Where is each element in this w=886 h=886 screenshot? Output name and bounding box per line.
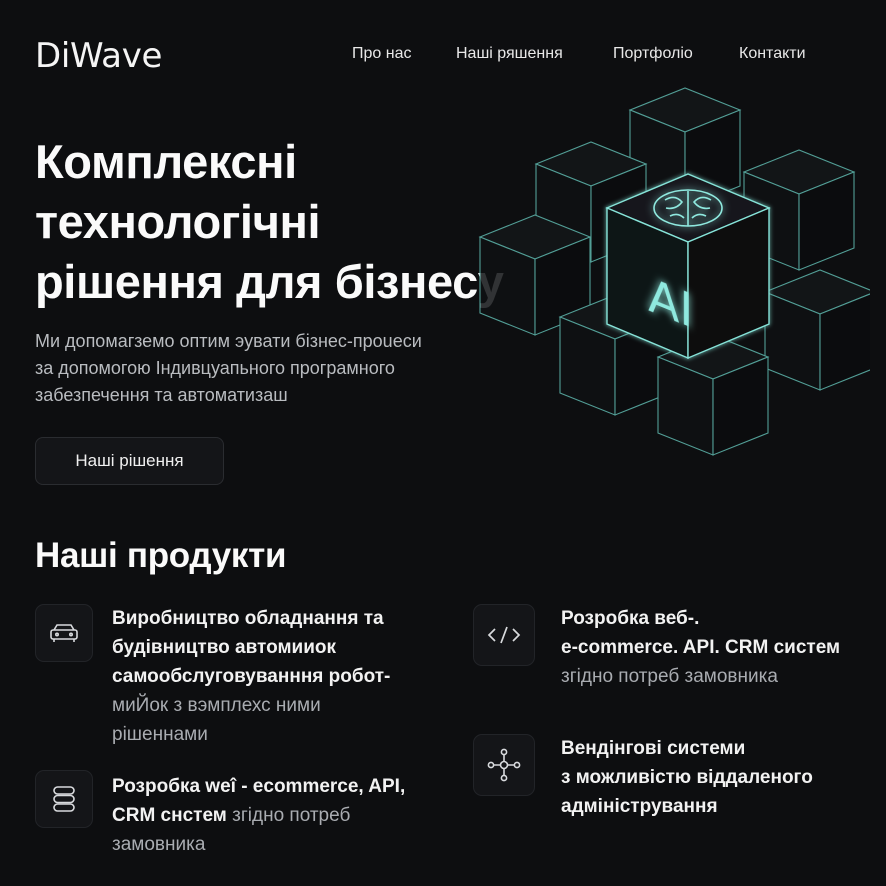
product-desc-line: замовника bbox=[112, 834, 206, 855]
product-card[interactable]: Виробництво обладнання та будівництво ав… bbox=[35, 604, 455, 754]
solutions-button[interactable]: Наші рішення bbox=[35, 437, 224, 485]
cube-shape bbox=[764, 269, 870, 391]
product-title-line: адміністрування bbox=[561, 796, 718, 817]
hero-subtitle-line: за допомогою Індивцуапьного програмного bbox=[35, 358, 395, 378]
product-title-line: CRM снстем bbox=[112, 805, 227, 826]
product-card[interactable]: Розробка веб-. e-commerce. API. CRM сист… bbox=[473, 604, 873, 694]
product-desc-line: згідно потреб bbox=[226, 805, 351, 826]
nav-item-contacts[interactable]: Контакти bbox=[739, 45, 806, 63]
ai-cubes-illustration: AI bbox=[479, 87, 870, 456]
product-card[interactable]: Вендінгові системи з можливістю віддален… bbox=[473, 734, 873, 829]
product-desc-line: згідно потреб замовника bbox=[561, 666, 778, 687]
products-title: Наші продукти bbox=[35, 536, 287, 575]
product-title-line: Вендінгові системи bbox=[561, 738, 746, 759]
code-icon bbox=[473, 604, 535, 666]
product-desc-line: миЙок з вэмплехс ними bbox=[112, 695, 321, 716]
hero-subtitle-line: Ми допомагземо оптим эувати бізнес-проuе… bbox=[35, 331, 422, 351]
product-title-line: самообслуговуванння робот- bbox=[112, 666, 391, 687]
product-title-line: з можливістю віддаленого bbox=[561, 767, 813, 788]
network-icon bbox=[473, 734, 535, 796]
nav-item-solutions[interactable]: Наші ряшення bbox=[456, 45, 563, 63]
hero-subtitle: Ми допомагземо оптим эувати бізнес-проuе… bbox=[35, 328, 505, 409]
product-title-line: Розробка веб-. bbox=[561, 608, 700, 629]
nav-item-portfolio[interactable]: Портфоліо bbox=[613, 45, 693, 63]
product-title-line: будівництво автомииок bbox=[112, 637, 336, 658]
database-icon bbox=[35, 770, 93, 828]
hero-subtitle-line: забезпечення та автоматизаш bbox=[35, 385, 288, 405]
product-title-line: e-commerce. API. CRM систем bbox=[561, 637, 841, 658]
product-card[interactable]: Розробка weî - ecommerce, API, CRM снсте… bbox=[35, 770, 455, 860]
product-title-line: Виробництво обладнання та bbox=[112, 608, 384, 629]
product-title-line: Розробка weî - ecommerce, API, bbox=[112, 776, 406, 797]
product-desc-line: рішеннами bbox=[112, 724, 208, 745]
nav-item-about[interactable]: Про нас bbox=[352, 45, 411, 63]
main-nav: Про нас Наші ряшення Портфоліо Контакти bbox=[0, 45, 886, 67]
car-icon bbox=[35, 604, 93, 662]
